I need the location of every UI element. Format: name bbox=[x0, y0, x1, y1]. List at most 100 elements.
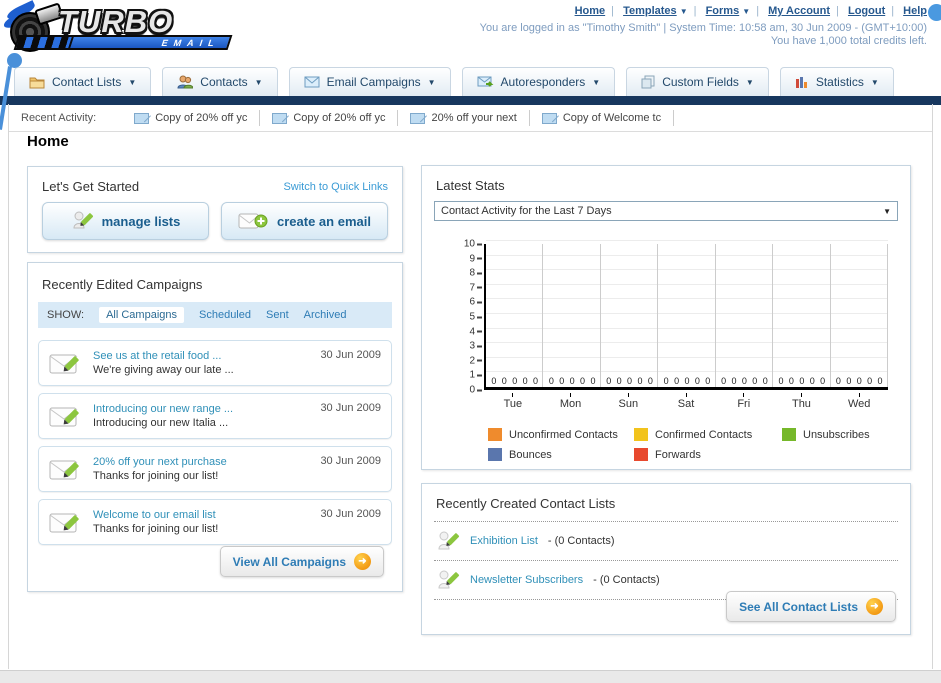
chevron-down-icon: ▼ bbox=[742, 7, 751, 16]
main-nav-tabs: Contact Lists ▼ Contacts ▼ Email Campaigns… bbox=[14, 67, 894, 96]
app-screen: TURBO EMAIL Home | Templates ▼ | Forms ▼ | … bbox=[0, 0, 941, 683]
tab-label: Contacts bbox=[200, 75, 248, 89]
tab-contacts[interactable]: Contacts ▼ bbox=[162, 67, 278, 96]
chevron-down-icon: ▼ bbox=[883, 206, 891, 216]
nav-link-my-account[interactable]: My Account bbox=[768, 5, 830, 17]
contact-list-count: - (0 Contacts) bbox=[593, 574, 660, 586]
contact-list-link[interactable]: Exhibition List bbox=[470, 535, 538, 547]
filter-all-campaigns[interactable]: All Campaigns bbox=[99, 307, 184, 323]
campaign-link[interactable]: Welcome to our email list bbox=[93, 508, 310, 522]
tab-email-campaigns[interactable]: Email Campaigns ▼ bbox=[288, 67, 451, 96]
legend-item: Unsubscribes bbox=[782, 428, 870, 441]
bar-chart-icon bbox=[795, 76, 807, 88]
header-nav: Home | Templates ▼ | Forms ▼ | My Account | … bbox=[574, 5, 927, 17]
filter-scheduled[interactable]: Scheduled bbox=[199, 309, 251, 321]
arrow-right-icon: ➜ bbox=[354, 553, 371, 570]
campaign-link[interactable]: Introducing our new range ... bbox=[93, 402, 310, 416]
person-pencil-icon bbox=[73, 211, 93, 229]
recent-activity-item[interactable]: Copy of 20% off yc bbox=[122, 110, 261, 126]
nav-link-templates[interactable]: Templates bbox=[623, 5, 677, 17]
filter-archived[interactable]: Archived bbox=[304, 309, 347, 321]
envelope-icon bbox=[134, 112, 150, 124]
contacts-icon bbox=[177, 75, 194, 89]
manage-lists-button[interactable]: manage lists bbox=[42, 202, 209, 240]
show-label: SHOW: bbox=[47, 309, 85, 321]
tab-contact-lists[interactable]: Contact Lists ▼ bbox=[14, 67, 152, 96]
switch-quick-links-link[interactable]: Switch to Quick Links bbox=[283, 181, 388, 193]
x-axis-label: Wed bbox=[830, 393, 888, 410]
legend-swatch bbox=[488, 448, 502, 461]
envelope-plus-icon bbox=[238, 213, 268, 229]
folder-icon bbox=[29, 77, 45, 89]
campaign-date: 30 Jun 2009 bbox=[320, 402, 381, 414]
campaign-link[interactable]: See us at the retail food ... bbox=[93, 349, 310, 363]
x-axis-label: Sat bbox=[657, 393, 715, 410]
tab-custom-fields[interactable]: Custom Fields ▼ bbox=[626, 67, 769, 96]
envelope-pencil-icon bbox=[49, 460, 79, 480]
recent-activity-item[interactable]: Copy of 20% off yc bbox=[260, 110, 399, 126]
chevron-down-icon: ▼ bbox=[427, 77, 436, 87]
recent-campaigns-panel: Recently Edited Campaigns SHOW: All Camp… bbox=[27, 262, 403, 592]
x-axis-label: Sun bbox=[599, 393, 657, 410]
chart-value-labels: 00000000000000000000000000000000000 bbox=[491, 376, 883, 386]
page-title: Home bbox=[27, 133, 69, 150]
latest-stats-title: Latest Stats bbox=[436, 178, 505, 193]
create-email-button[interactable]: create an email bbox=[221, 202, 388, 240]
nav-link-logout[interactable]: Logout bbox=[848, 5, 885, 17]
campaign-list: See us at the retail food ... We're givin… bbox=[28, 328, 402, 545]
view-all-campaigns-button[interactable]: View All Campaigns ➜ bbox=[219, 546, 384, 577]
campaign-row[interactable]: Welcome to our email list Thanks for join… bbox=[38, 499, 392, 545]
tab-autoresponders[interactable]: Autoresponders ▼ bbox=[461, 67, 616, 96]
nav-link-help[interactable]: Help bbox=[903, 5, 927, 17]
contact-list-row[interactable]: Exhibition List - (0 Contacts) bbox=[434, 522, 898, 561]
recent-contact-lists-panel: Recently Created Contact Lists Exhibitio… bbox=[421, 483, 911, 635]
contact-list-rows: Exhibition List - (0 Contacts) Newslette… bbox=[434, 521, 898, 600]
chart-y-axis: 0 1 2 3 4 5 6 7 8 9 10 bbox=[452, 239, 482, 396]
login-info: You are logged in as "Timothy Smith" | S… bbox=[479, 22, 927, 34]
chevron-down-icon: ▼ bbox=[254, 77, 263, 87]
legend-swatch bbox=[634, 448, 648, 461]
tab-label: Custom Fields bbox=[662, 75, 739, 89]
recent-activity-item[interactable]: 20% off your next bbox=[398, 110, 530, 126]
recent-campaigns-title: Recently Edited Campaigns bbox=[42, 277, 203, 292]
chevron-down-icon: ▼ bbox=[679, 7, 688, 16]
nav-link-home[interactable]: Home bbox=[575, 5, 606, 17]
envelope-icon bbox=[272, 112, 288, 124]
help-bubble-icon[interactable] bbox=[928, 4, 941, 21]
button-label: manage lists bbox=[101, 213, 181, 229]
x-axis-label: Tue bbox=[484, 393, 542, 410]
campaign-date: 30 Jun 2009 bbox=[320, 349, 381, 361]
person-pencil-icon bbox=[438, 531, 460, 550]
get-started-panel: Let's Get Started Switch to Quick Links … bbox=[27, 166, 403, 253]
legend-item: Confirmed Contacts bbox=[634, 428, 782, 441]
turbo-email-logo: TURBO EMAIL bbox=[2, 0, 270, 56]
chart-plot-area: 00000000000000000000000000000000000 bbox=[484, 240, 888, 390]
tab-statistics[interactable]: Statistics ▼ bbox=[779, 67, 894, 96]
campaign-subject: Thanks for joining our list! bbox=[93, 470, 219, 482]
legend-swatch bbox=[488, 428, 502, 441]
envelope-pencil-icon bbox=[49, 513, 79, 533]
tab-label: Contact Lists bbox=[52, 75, 122, 89]
stats-period-select[interactable]: Contact Activity for the Last 7 Days ▼ bbox=[434, 201, 898, 221]
chevron-down-icon: ▼ bbox=[128, 77, 137, 87]
autoresponder-icon bbox=[477, 76, 493, 87]
campaign-row[interactable]: See us at the retail food ... We're givin… bbox=[38, 340, 392, 386]
button-label: See All Contact Lists bbox=[739, 599, 858, 614]
latest-stats-panel: Latest Stats Contact Activity for the La… bbox=[421, 165, 911, 470]
recent-activity-item[interactable]: Copy of Welcome tc bbox=[530, 110, 675, 126]
content-frame-right bbox=[932, 104, 933, 669]
campaign-row[interactable]: 20% off your next purchase Thanks for joi… bbox=[38, 446, 392, 492]
content-frame-left bbox=[8, 104, 9, 669]
chevron-down-icon: ▼ bbox=[870, 77, 879, 87]
campaign-link[interactable]: 20% off your next purchase bbox=[93, 455, 310, 469]
footer-strip bbox=[0, 670, 941, 683]
campaign-subject: Introducing our new Italia ... bbox=[93, 417, 229, 429]
filter-sent[interactable]: Sent bbox=[266, 309, 289, 321]
envelope-icon bbox=[410, 112, 426, 124]
campaign-row[interactable]: Introducing our new range ... Introducing… bbox=[38, 393, 392, 439]
see-all-contact-lists-button[interactable]: See All Contact Lists ➜ bbox=[726, 591, 896, 622]
nav-link-forms[interactable]: Forms bbox=[706, 5, 740, 17]
contact-list-link[interactable]: Newsletter Subscribers bbox=[470, 574, 583, 586]
recent-activity-label: Recent Activity: bbox=[21, 112, 97, 124]
get-started-title: Let's Get Started bbox=[42, 179, 140, 194]
